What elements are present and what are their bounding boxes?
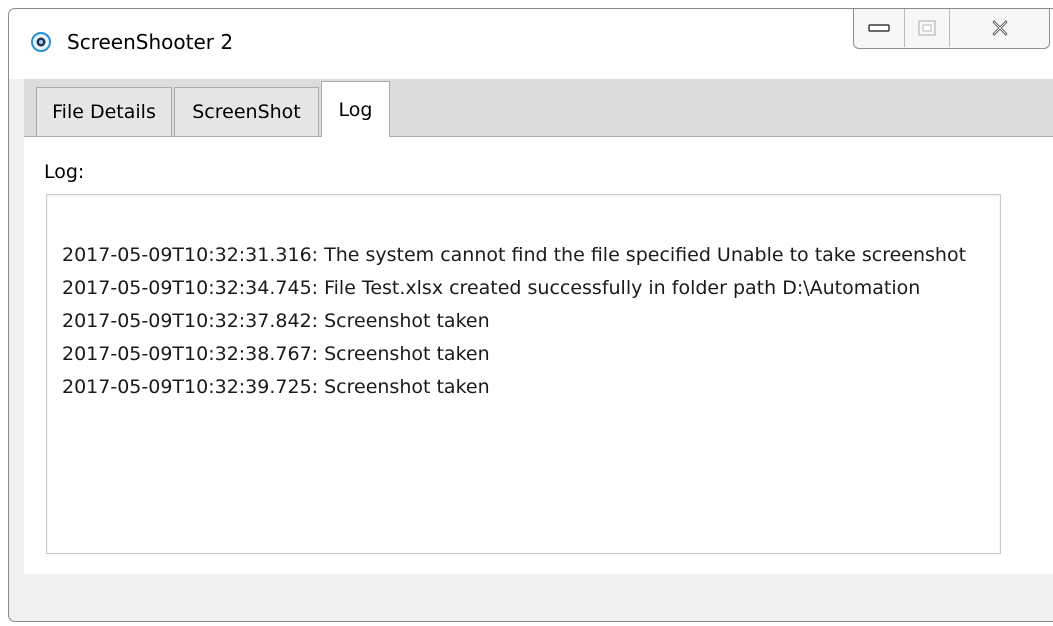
tab-label: ScreenShot xyxy=(192,101,301,123)
log-line: 2017-05-09T10:32:39.725: Screenshot take… xyxy=(62,376,490,398)
minimize-icon xyxy=(868,24,890,32)
log-panel: Log: 2017-05-09T10:32:31.316: The system… xyxy=(24,137,1053,621)
maximize-icon xyxy=(918,20,936,36)
close-button[interactable] xyxy=(950,9,1049,47)
tab-strip: File Details ScreenShot Log xyxy=(24,79,1053,137)
log-label: Log: xyxy=(44,161,85,183)
window-title: ScreenShooter 2 xyxy=(67,30,234,54)
tab-label: Log xyxy=(338,98,373,121)
minimize-button[interactable] xyxy=(854,9,905,47)
title-bar[interactable]: ScreenShooter 2 xyxy=(9,9,1053,79)
tab-label: File Details xyxy=(52,101,156,123)
maximize-button[interactable] xyxy=(905,9,950,47)
log-lines: 2017-05-09T10:32:31.316: The system cann… xyxy=(62,239,967,404)
log-textbox[interactable]: 2017-05-09T10:32:31.316: The system cann… xyxy=(46,194,1001,554)
caption-buttons xyxy=(853,9,1050,49)
log-line: 2017-05-09T10:32:37.842: Screenshot take… xyxy=(62,310,490,332)
log-line: 2017-05-09T10:32:38.767: Screenshot take… xyxy=(62,343,490,365)
camera-lens-icon xyxy=(31,32,51,52)
tab-file-details[interactable]: File Details xyxy=(36,87,172,136)
tab-screenshot[interactable]: ScreenShot xyxy=(174,87,319,136)
log-line: 2017-05-09T10:32:31.316: The system cann… xyxy=(62,244,967,266)
tab-log[interactable]: Log xyxy=(321,81,390,137)
app-window: ScreenShooter 2 File Details ScreenShot … xyxy=(8,8,1053,622)
close-icon xyxy=(992,20,1007,36)
log-line: 2017-05-09T10:32:34.745: File Test.xlsx … xyxy=(62,277,921,299)
panel-footer xyxy=(24,574,1053,621)
